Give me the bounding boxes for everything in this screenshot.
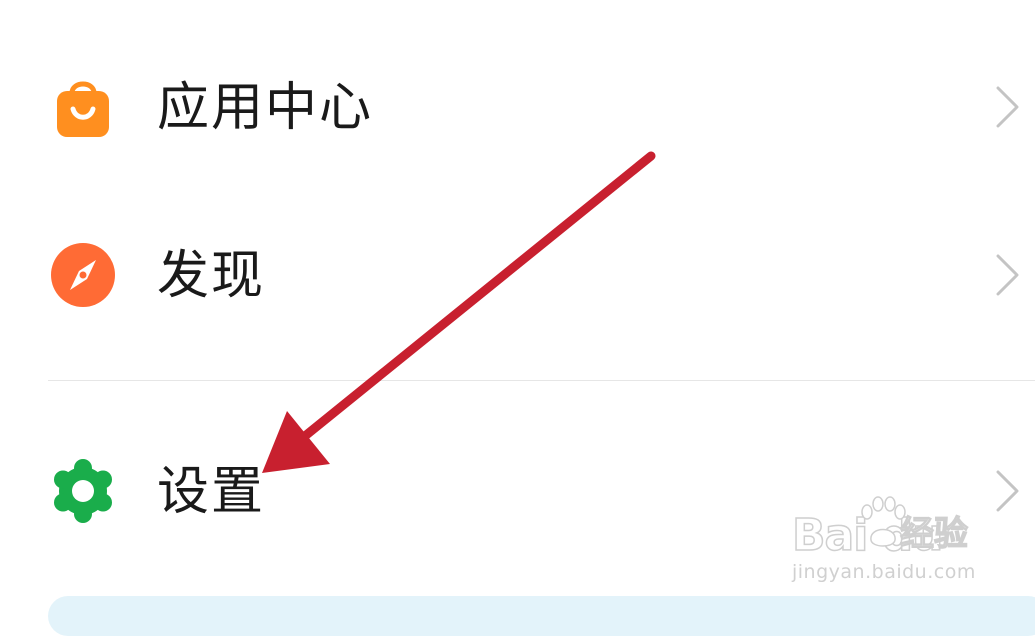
watermark-brand-cn: 经验 (899, 513, 968, 554)
watermark-url: jingyan.baidu.com (792, 561, 976, 583)
baidu-jingyan-watermark: Bai du 经验 jingyan.baidu.com (791, 490, 992, 590)
